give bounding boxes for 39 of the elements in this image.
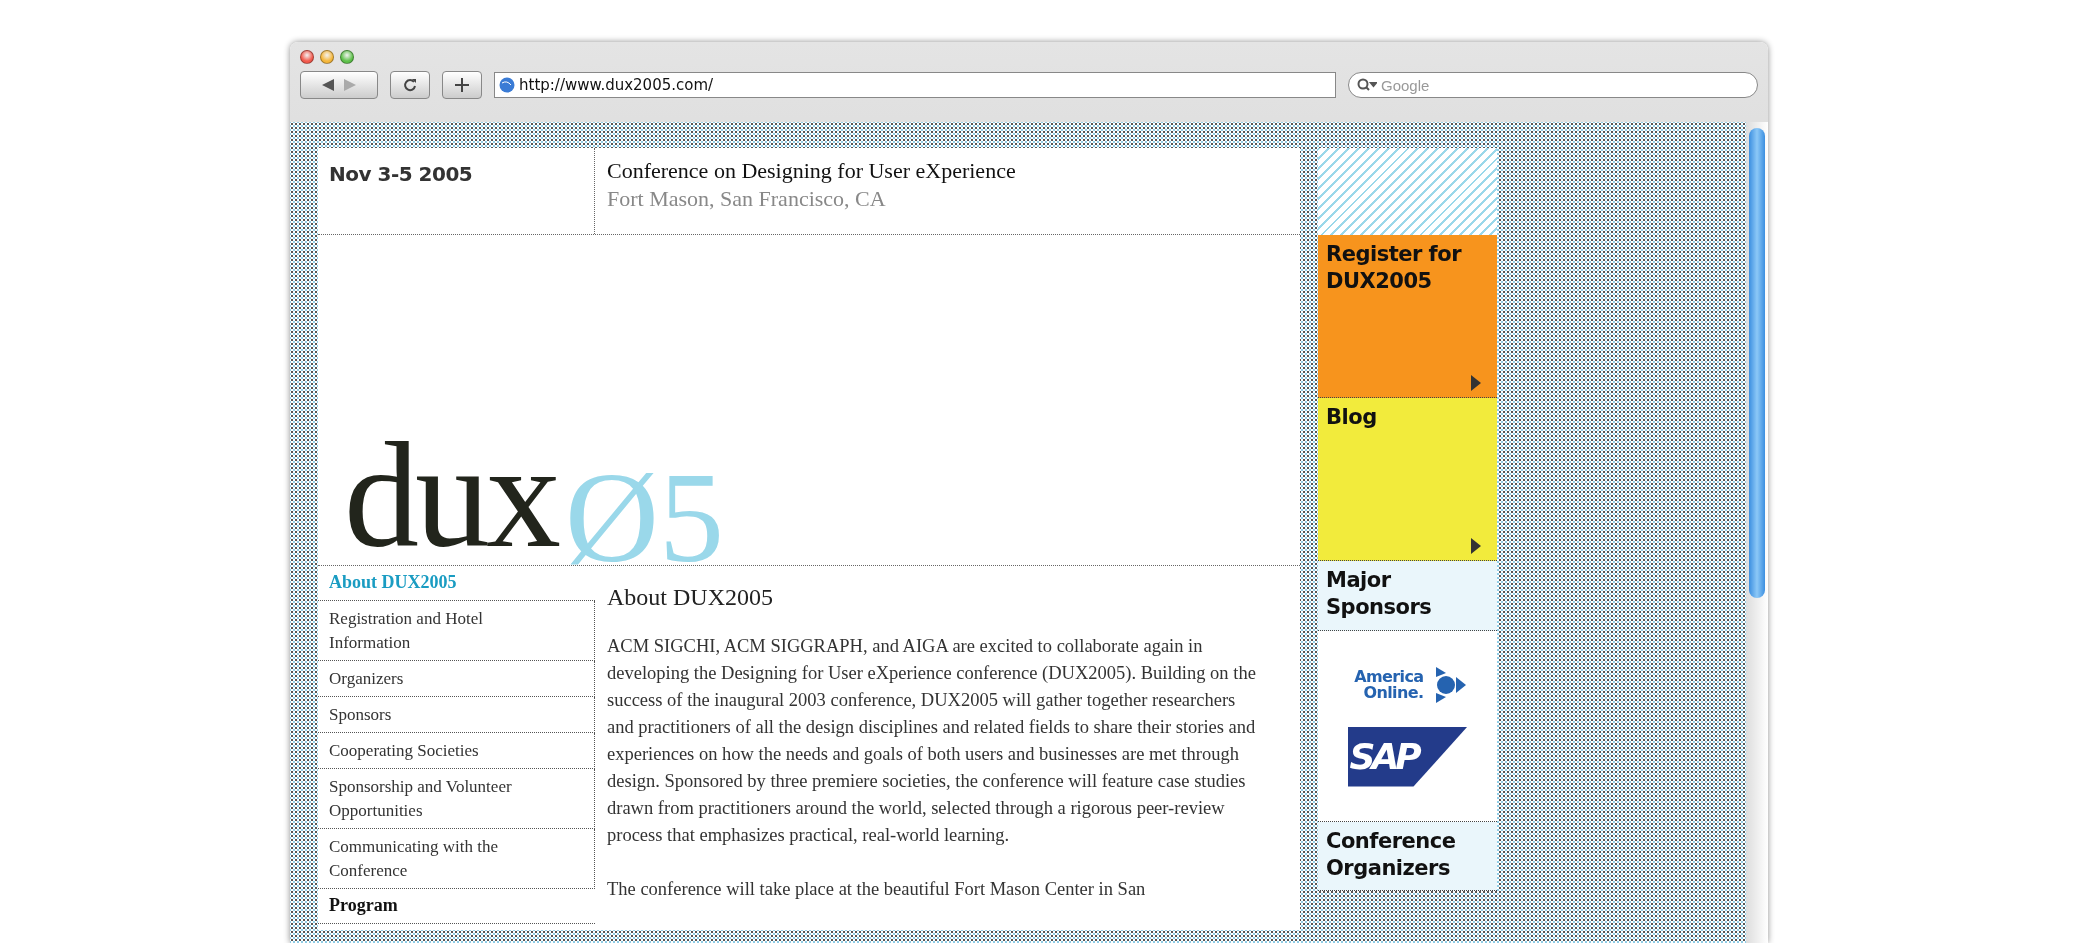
right-arrow-icon (344, 79, 356, 91)
nav-link[interactable]: Cooperating Societies (318, 733, 595, 769)
nav-link[interactable]: Sponsors (318, 697, 595, 733)
plus-icon (455, 78, 469, 92)
paragraph: The conference will take place at the beautiful Fort Mason Center in San (607, 878, 1147, 901)
globe-icon (499, 77, 515, 93)
logo-text: dux (344, 435, 557, 555)
nav-link[interactable]: Registration and Hotel Information (318, 601, 595, 661)
close-button[interactable] (300, 50, 314, 64)
event-date: Nov 3-5 2005 (318, 148, 595, 234)
arrow-icon (1471, 375, 1481, 391)
back-forward-button[interactable] (300, 71, 378, 99)
conference-title: Conference on Designing for User eXperience (607, 158, 1016, 184)
sponsor-logo-text: America Online. (1353, 668, 1424, 701)
paragraph: ACM SIGCHI, ACM SIGGRAPH, and AIGA are excited to collaborate again in developing the Designing for User eXperience conference (DUX2005). Building on the success of the inaugural 2003 conference, DUX2005 will gather together researchers and practitioners of all the design disciplines and related fields to share their stories and experiences on how the needs and goals of both users and businesses are met through design. Sponsored by three premiere societies, the conference will feature case studies drawn from practitioners around the world, selected through a rigorous peer-review process that emphasizes practical, real-world learning. (607, 635, 1257, 847)
sidebar-heading: Major Sponsors (1318, 561, 1497, 631)
nav-link[interactable]: Organizers (318, 661, 595, 697)
left-arrow-icon (322, 79, 334, 91)
nav-link[interactable]: Communicating with the Conference (318, 829, 595, 889)
minimize-button[interactable] (320, 50, 334, 64)
scrollbar[interactable] (1746, 122, 1768, 943)
conference-location: Fort Mason, San Francisco, CA (607, 186, 887, 212)
reload-icon (403, 78, 417, 92)
logo-year: Ø5 (565, 465, 724, 569)
search-icon (1357, 78, 1377, 92)
search-placeholder: Google (1381, 76, 1430, 94)
nav-section-link[interactable]: Program (318, 889, 595, 924)
address-field[interactable]: http://www.dux2005.com/ (494, 72, 1336, 98)
reload-button[interactable] (390, 71, 430, 99)
zoom-button[interactable] (340, 50, 354, 64)
sponsor-logo[interactable]: SAP (1347, 726, 1468, 787)
sidebar-link[interactable]: Register for DUX2005 (1318, 235, 1497, 398)
sidebar-link[interactable]: Blog (1318, 398, 1497, 561)
article-title: About DUX2005 (607, 584, 774, 611)
url-text: http://www.dux2005.com/ (519, 76, 714, 94)
add-button[interactable] (442, 71, 482, 99)
sidebar-heading: Conference Organizers (1318, 821, 1497, 892)
arrow-icon (1471, 538, 1481, 554)
nav-link[interactable]: Sponsorship and Volunteer Opportunities (318, 769, 595, 829)
